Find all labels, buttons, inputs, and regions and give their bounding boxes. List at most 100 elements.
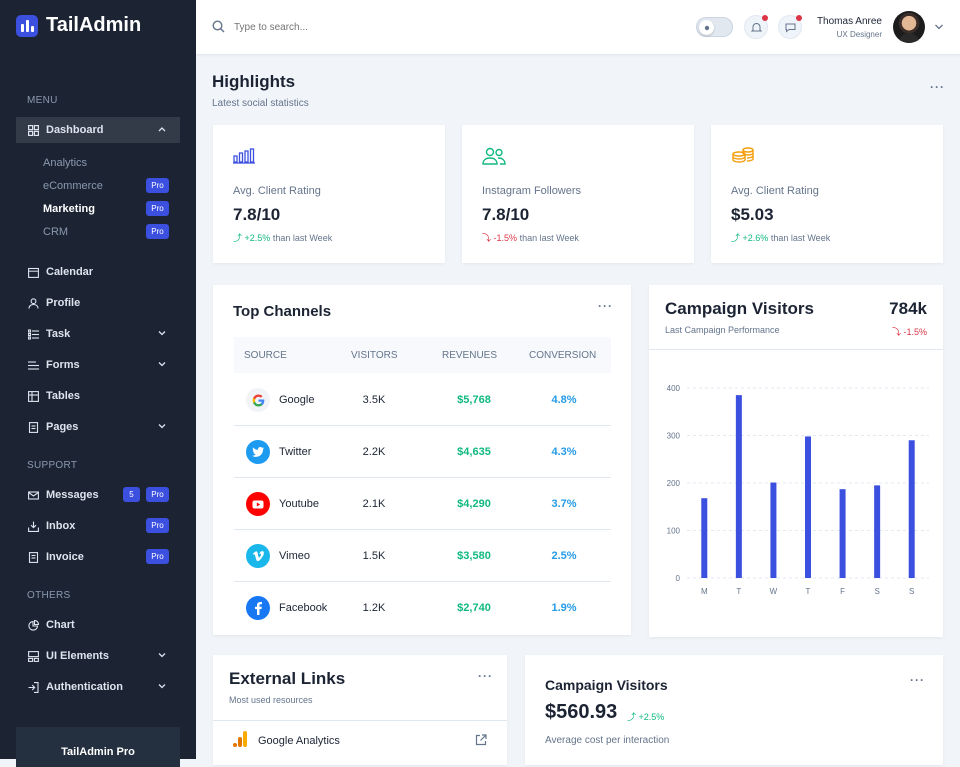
pro-badge: Pro	[146, 518, 169, 533]
stat-trend: ⤴ +2.6% than last Week	[731, 231, 830, 244]
table-icon	[27, 390, 39, 402]
promo-title: TailAdmin Pro	[61, 746, 135, 758]
trend-value: +2.6%	[742, 233, 769, 243]
chart-bar[interactable]	[805, 436, 811, 578]
column-header: VISITORS	[351, 350, 398, 361]
source-name: Facebook	[279, 602, 328, 614]
change-value: -1.5%	[903, 327, 927, 337]
sidebar-item-label: Pages	[46, 421, 79, 433]
more-options-icon[interactable]: ···	[598, 299, 613, 313]
list-item[interactable]: Google Analytics	[213, 721, 507, 761]
grid-icon	[27, 124, 39, 136]
sidebar-item-profile[interactable]: Profile	[16, 290, 180, 316]
sidebar-item-label: Messages	[46, 489, 99, 501]
table-row[interactable]: Google 3.5K $5,768 4.8%	[234, 374, 611, 426]
card-subtitle: Average cost per interaction	[545, 735, 670, 746]
chevron-down-icon	[158, 653, 166, 658]
sidebar-item-label: Forms	[46, 359, 80, 371]
conversion-value: 2.5%	[551, 550, 577, 562]
chevron-down-icon[interactable]	[934, 23, 944, 31]
chart-bar[interactable]	[770, 482, 777, 578]
sidebar-item-label: Profile	[46, 297, 81, 309]
sidebar-item-label: Inbox	[46, 520, 76, 532]
stat-trend: ⤵ -1.5% than last Week	[482, 231, 579, 244]
chart-bar[interactable]	[839, 489, 846, 578]
sidebar-item-calendar[interactable]: Calendar	[16, 259, 180, 285]
mail-icon	[27, 489, 39, 501]
calendar-icon	[27, 266, 39, 278]
sidebar-subitem-ecommerce[interactable]: eCommerce	[43, 180, 103, 192]
pro-badge: Pro	[146, 201, 169, 216]
message-count-badge: 5	[123, 487, 140, 502]
stat-value: $5.03	[731, 205, 774, 224]
chart-bar[interactable]	[735, 395, 742, 578]
sidebar-item-chart[interactable]: Chart	[16, 612, 180, 638]
chevron-up-icon	[158, 127, 166, 132]
pie-chart-icon	[27, 619, 39, 631]
card-subtitle: Last Campaign Performance	[665, 325, 780, 335]
external-links-card: External Links Most used resources ··· G…	[213, 655, 507, 765]
sidebar-item-label: Dashboard	[46, 124, 104, 136]
chart-bar[interactable]	[701, 498, 708, 578]
sidebar-item-authentication[interactable]: Authentication	[16, 674, 180, 700]
google-analytics-icon	[233, 731, 247, 747]
trend-value: +2.5%	[244, 233, 271, 243]
chevron-down-icon	[158, 362, 166, 367]
login-icon	[27, 681, 39, 693]
visitors-value: 2.1K	[362, 498, 386, 510]
sidebar-item-forms[interactable]: Forms	[16, 352, 180, 378]
sidebar-item-dashboard[interactable]: Dashboard	[16, 117, 180, 143]
others-group-title: OTHERS	[27, 590, 71, 601]
youtube-icon	[246, 492, 270, 516]
visitors-value: 1.2K	[362, 602, 386, 614]
sidebar-item-label: Invoice	[46, 551, 84, 563]
divider	[649, 349, 943, 350]
sidebar-item-pages[interactable]: Pages	[16, 414, 180, 440]
pro-promo-box[interactable]: TailAdmin Pro	[16, 727, 180, 767]
sidebar-item-task[interactable]: Task	[16, 321, 180, 347]
sidebar-subitem-analytics[interactable]: Analytics	[43, 157, 87, 169]
dark-mode-toggle[interactable]	[696, 17, 733, 37]
column-header: CONVERSION	[529, 350, 597, 361]
sidebar-item-label: Calendar	[46, 266, 94, 278]
table-row[interactable]: Vimeo 1.5K $3,580 2.5%	[234, 530, 611, 582]
conversion-value: 1.9%	[551, 602, 577, 614]
inbox-icon	[27, 520, 39, 532]
stat-value: 7.8/10	[233, 205, 281, 224]
more-options-icon[interactable]: ···	[930, 80, 945, 94]
pro-badge: Pro	[146, 549, 169, 564]
invoice-icon	[27, 551, 39, 563]
table-row[interactable]: Facebook 1.2K $2,740 1.9%	[234, 582, 611, 634]
forms-icon	[27, 359, 39, 371]
search-icon[interactable]	[212, 20, 225, 33]
y-tick-label: 100	[667, 527, 681, 536]
sidebar-item-ui-elements[interactable]: UI Elements	[16, 643, 180, 669]
chart-bar[interactable]	[874, 485, 881, 578]
task-icon	[27, 328, 39, 340]
sidebar-subitem-marketing[interactable]: Marketing	[43, 203, 95, 215]
stat-card: Instagram Followers 7.8/10 ⤵ -1.5% than …	[462, 125, 694, 263]
facebook-icon	[246, 596, 270, 620]
external-link-icon[interactable]	[475, 734, 487, 746]
column-header: REVENUES	[442, 350, 498, 361]
sidebar-subitem-crm[interactable]: CRM	[43, 226, 68, 238]
stat-card: Avg. Client Rating 7.8/10 ⤴ +2.5% than l…	[213, 125, 445, 263]
table-row[interactable]: Twitter 2.2K $4,635 4.3%	[234, 426, 611, 478]
avatar[interactable]	[893, 11, 925, 43]
chart-bar[interactable]	[908, 440, 915, 578]
card-title: External Links	[229, 669, 346, 688]
more-options-icon[interactable]: ···	[910, 673, 925, 687]
revenue-value: $4,290	[457, 498, 491, 510]
x-tick-label: F	[840, 587, 845, 596]
sidebar-item-label: UI Elements	[46, 650, 109, 662]
more-options-icon[interactable]: ···	[478, 669, 493, 683]
cost-value: $560.93	[545, 701, 618, 723]
user-name[interactable]: Thomas Anree	[756, 16, 882, 27]
search-input[interactable]	[234, 17, 434, 37]
sidebar-item-label: Tables	[46, 390, 81, 402]
table-row[interactable]: Youtube 2.1K $4,290 3.7%	[234, 478, 611, 530]
stat-label: Avg. Client Rating	[731, 185, 819, 197]
card-title: Campaign Visitors	[665, 299, 814, 318]
sidebar-item-tables[interactable]: Tables	[16, 383, 180, 409]
app-logo[interactable]: TailAdmin	[16, 14, 141, 37]
